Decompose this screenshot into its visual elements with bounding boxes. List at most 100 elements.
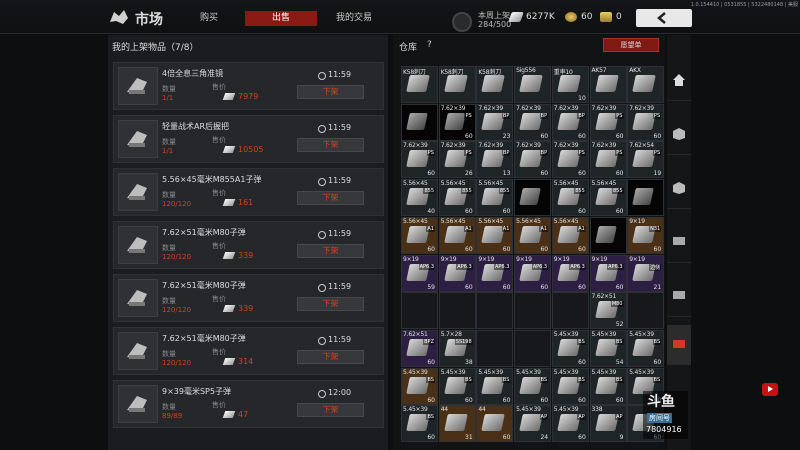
inventory-slot[interactable]: 重率10 10 (551, 66, 589, 103)
item-count: 60 (465, 283, 473, 291)
quantity-value: 120/120 (162, 359, 192, 367)
rail-home-button[interactable] (667, 61, 691, 101)
inventory-slot[interactable] (476, 292, 514, 330)
inventory-slot[interactable] (514, 329, 552, 367)
inventory-slot[interactable]: 9×19 N31 60 (627, 216, 665, 254)
inventory-slot[interactable]: 7.62×39 BP 23 (476, 103, 514, 141)
inventory-slot[interactable]: 7.62×39 PS 60 (551, 141, 589, 179)
delist-button[interactable]: 下架 (297, 350, 364, 364)
item-tag: AP6.3 (607, 263, 624, 270)
inventory-slot[interactable]: 5.7×28 SS198 38 (438, 329, 476, 367)
wishlist-button[interactable]: 愿望单 (603, 38, 659, 52)
inventory-slot[interactable]: 9×19 AP6.3 60 (438, 254, 476, 292)
inventory-slot[interactable] (627, 292, 665, 330)
inventory-slot[interactable] (514, 179, 552, 217)
price-label: 售价 (212, 83, 226, 91)
quantity-label: 数量 (162, 297, 176, 305)
inventory-slot[interactable]: 7.62×39 PS 60 (627, 103, 665, 141)
inventory-slot[interactable]: 7.62×39 BP 60 (551, 103, 589, 141)
inventory-slot[interactable]: 5.45×39BS 60 (514, 367, 552, 405)
inventory-slot[interactable]: 5.45×39BS 60 (551, 329, 589, 367)
inventory-slot[interactable]: 5.56×45 855 60 (551, 179, 589, 217)
tab-my-trades[interactable]: 我的交易 (318, 11, 390, 26)
inventory-slot[interactable]: 7.62×51 M80 52 (589, 292, 627, 330)
inventory-slot[interactable]: 9×19 AP6.3 59 (401, 254, 438, 292)
inventory-slot[interactable]: 9×19 AP6.3 60 (476, 254, 514, 292)
inventory-slot[interactable]: 7.62×39 BP 60 (514, 103, 552, 141)
inventory-slot[interactable]: 5.56×45 A1 60 (514, 216, 552, 254)
price-label: 售价 (212, 189, 226, 197)
inventory-slot[interactable]: 5.45×39BS 60 (589, 367, 627, 405)
inventory-slot[interactable]: 9×19 AP6.3 60 (589, 254, 627, 292)
inventory-slot[interactable]: 5.56×45 855 40 (401, 179, 438, 217)
inventory-slot[interactable] (438, 292, 476, 330)
inventory-slot[interactable]: K58刺刀 (438, 66, 476, 103)
inventory-slot[interactable]: 5.45×39BS 60 (627, 329, 665, 367)
inventory-slot[interactable]: 44 60 (476, 405, 514, 443)
inventory-slot[interactable] (514, 292, 552, 330)
inventory-slot[interactable]: 5.45×39BS 60 (551, 367, 589, 405)
rail-stash-button[interactable] (667, 277, 691, 317)
inventory-slot[interactable]: 5.56×45 A1 60 (438, 216, 476, 254)
inventory-slot[interactable]: 5.45×39BS 60 (401, 367, 438, 405)
delist-button[interactable]: 下架 (297, 85, 364, 99)
inventory-slot[interactable]: 7.62×39 BP 60 (514, 141, 552, 179)
delist-button[interactable]: 下架 (297, 138, 364, 152)
delist-button[interactable]: 下架 (297, 403, 364, 417)
back-button[interactable] (636, 9, 692, 27)
rail-case-button[interactable] (667, 169, 691, 209)
tab-buy[interactable]: 购买 (173, 11, 245, 26)
help-icon[interactable]: ? (427, 40, 432, 50)
inventory-slot[interactable]: AKX (627, 66, 665, 103)
inventory-slot[interactable]: 9×19 边侧 21 (627, 254, 665, 292)
inventory-slot[interactable]: 5.45×39 BS 54 (589, 329, 627, 367)
delist-button[interactable]: 下架 (297, 297, 364, 311)
inventory-slot[interactable]: 7.62×39 BP 13 (476, 141, 514, 179)
item-tag: BS (501, 376, 511, 383)
inventory-slot[interactable]: 7.62×39 PS 60 (589, 103, 627, 141)
inventory-slot[interactable]: 5.45×39BS 60 (438, 367, 476, 405)
rail-bag-button[interactable] (667, 325, 691, 365)
delist-button[interactable]: 下架 (297, 191, 364, 205)
inventory-slot[interactable]: 7.62×39 PS 26 (438, 141, 476, 179)
inventory-slot[interactable]: K58刺刀 (401, 66, 438, 103)
clock-icon (318, 125, 326, 133)
gold-icon (565, 12, 577, 22)
inventory-slot[interactable] (476, 329, 514, 367)
inventory-slot[interactable] (401, 103, 438, 141)
case-icon (673, 182, 685, 194)
currency-coin: 0 (600, 12, 622, 22)
inventory-slot[interactable] (589, 216, 627, 254)
inventory-slot[interactable]: Sig556 (514, 66, 552, 103)
inventory-slot[interactable] (551, 292, 589, 330)
inventory-slot[interactable]: 7.62×39 PS 60 (438, 103, 476, 141)
inventory-slot[interactable]: 338 AP 9 (589, 405, 627, 443)
rail-container-button[interactable] (667, 223, 691, 263)
inventory-slot[interactable]: 5.56×45 855 60 (476, 179, 514, 217)
inventory-slot[interactable] (627, 179, 665, 217)
inventory-slot[interactable]: 7.62×39 PS 60 (589, 141, 627, 179)
listing-time: 11:59 (328, 335, 352, 344)
inventory-slot[interactable]: 44 31 (438, 405, 476, 443)
inventory-slot[interactable]: 7.62×39 PS 60 (401, 141, 438, 179)
inventory-slot[interactable] (401, 292, 438, 330)
delist-button[interactable]: 下架 (297, 244, 364, 258)
inventory-slot[interactable]: 9×19 AP6.3 60 (514, 254, 552, 292)
inventory-slot[interactable]: 5.45×39BS 60 (476, 367, 514, 405)
inventory-slot[interactable]: 5.56×45 A1 60 (551, 216, 589, 254)
inventory-slot[interactable]: 5.45×39BS 60 (401, 405, 438, 443)
inventory-slot[interactable]: 5.56×45 A1 60 (401, 216, 438, 254)
rail-box-button[interactable] (667, 115, 691, 155)
inventory-slot[interactable]: 5.56×45 A1 60 (476, 216, 514, 254)
tab-sell[interactable]: 出售 (245, 11, 317, 26)
inventory-slot[interactable]: 5.45×39 AP 60 (551, 405, 589, 443)
inventory-slot[interactable]: 7.62×54 PS 19 (627, 141, 665, 179)
inventory-slot[interactable]: K58刺刀 (476, 66, 514, 103)
inventory-slot[interactable]: 5.56×45 855 60 (438, 179, 476, 217)
inventory-slot[interactable]: 7.62×51 BPZ 60 (401, 329, 438, 367)
inventory-slot[interactable]: 5.56×45 855 60 (589, 179, 627, 217)
inventory-slot[interactable]: 9×19 AP6.3 60 (551, 254, 589, 292)
item-icon (594, 75, 619, 92)
inventory-slot[interactable]: 5.45×39 AP 24 (514, 405, 552, 443)
inventory-slot[interactable]: AK57 (589, 66, 627, 103)
